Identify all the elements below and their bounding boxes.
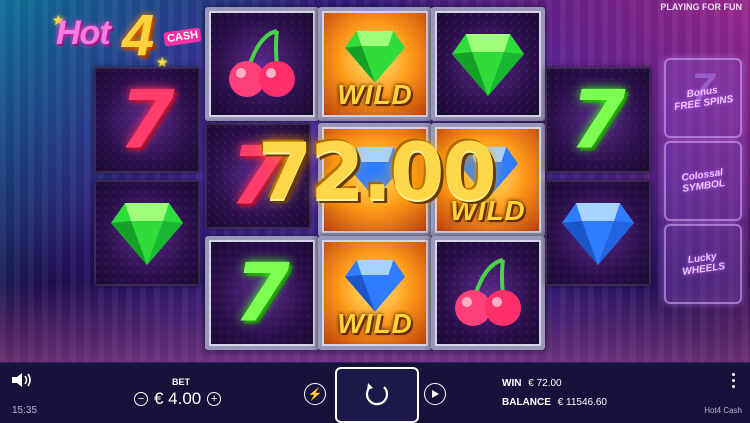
cherries-icon: [229, 29, 295, 97]
reel-2-row-3-symbol: 7: [205, 236, 319, 350]
clock-time: 15:35: [12, 405, 38, 416]
balance-display: BALANCE € 11546.60: [502, 397, 607, 408]
feature-free-spins: 7 Bonus FREE SPINS: [664, 58, 742, 138]
cherries-icon: [455, 258, 521, 326]
blue-gem-icon: [562, 203, 634, 265]
bet-value: € 4.00: [154, 389, 202, 408]
bet-label: BET: [172, 377, 190, 387]
wild-label: WILD: [337, 308, 413, 339]
game-logo: ★ ★ Hot 4 CASH: [52, 3, 202, 70]
feature-colossal-symbol: Colossal SYMBOL: [664, 141, 742, 221]
reel-1-row-2-symbol: [94, 180, 200, 286]
sound-icon[interactable]: [10, 371, 34, 389]
play-icon: [432, 390, 439, 398]
blue-gem-icon: [345, 259, 405, 312]
reel-5-row-2-symbol: [545, 180, 651, 286]
game-name-label: Hot4 Cash: [704, 406, 742, 415]
lightning-icon: ⚡: [307, 387, 323, 401]
green-seven-symbol: 7: [570, 73, 626, 167]
logo-hot-text: Hot: [56, 14, 111, 52]
reel-4-row-3-symbol: [431, 236, 545, 350]
reel-1-row-1-symbol: 7: [94, 67, 200, 173]
balance-value: € 11546.60: [557, 397, 607, 408]
wild-label: WILD: [337, 79, 413, 110]
game-stage: ★ ★ Hot 4 CASH PLAYING FOR FUN 7 7 7 WIL…: [0, 0, 750, 362]
bet-controls: − € 4.00 +: [134, 389, 222, 409]
green-gem-icon: [345, 30, 405, 83]
bottom-control-bar: 15:35 BET − € 4.00 + ⚡ WIN € 72.00 BALAN…: [0, 362, 750, 423]
win-display: WIN € 72.00: [502, 378, 562, 389]
reel-2-row-1-symbol: [205, 7, 319, 121]
feature-lucky-wheels: Lucky WHEELS: [664, 224, 742, 304]
win-label: WIN: [502, 378, 522, 389]
spin-button[interactable]: [335, 367, 419, 423]
spin-arrow-icon: [365, 383, 389, 406]
turbo-spin-button[interactable]: ⚡: [304, 383, 326, 405]
green-seven-symbol: 7: [234, 246, 290, 340]
win-value: € 72.00: [528, 378, 562, 389]
green-gem-icon: [111, 203, 183, 265]
menu-dots-icon[interactable]: [732, 373, 736, 391]
bet-decrease-button[interactable]: −: [134, 392, 148, 406]
reel-4-row-1-symbol: [431, 7, 545, 121]
logo-four-text: 4: [122, 3, 155, 68]
reel-3-row-1-symbol: WILD: [318, 7, 432, 121]
win-amount-overlay: 72.00: [258, 128, 497, 218]
logo-cash-text: CASH: [163, 27, 202, 47]
autoplay-button[interactable]: [424, 383, 446, 405]
balance-label: BALANCE: [502, 397, 551, 408]
red-seven-symbol: 7: [119, 73, 175, 167]
green-gem-icon: [452, 34, 524, 96]
reel-3-row-3-symbol: WILD: [318, 236, 432, 350]
playing-for-fun-label: PLAYING FOR FUN: [660, 2, 742, 12]
bet-increase-button[interactable]: +: [207, 392, 222, 406]
reel-5-row-1-symbol: 7: [545, 67, 651, 173]
